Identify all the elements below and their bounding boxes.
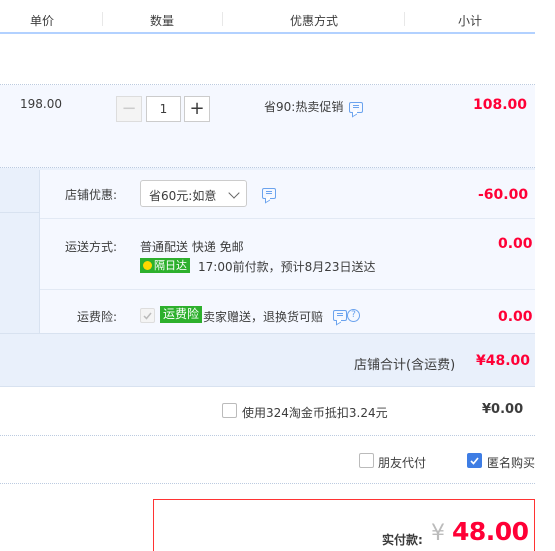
item-subtotal: 108.00: [473, 97, 528, 113]
payment-amount: 48.00: [452, 517, 529, 546]
table-header: 单价 数量 优惠方式 小计: [0, 0, 535, 34]
shop-total-amount: ¥48.00: [476, 353, 531, 369]
quantity-increase-button[interactable]: +: [184, 96, 210, 122]
shop-total-label: 店铺合计(含运费): [354, 358, 456, 373]
insurance-amount: 0.00: [498, 309, 533, 325]
payment-label: 实付款:: [382, 533, 423, 547]
help-icon[interactable]: ?: [347, 309, 360, 322]
shipping-delivery-note: 17:00前付款，预计8月23日送达: [198, 260, 376, 274]
shipping-amount: 0.00: [498, 236, 533, 252]
coins-label[interactable]: 使用324淘金币抵扣3.24元: [242, 404, 388, 421]
next-day-badge-label: 隔日达: [154, 259, 187, 272]
message-icon[interactable]: [262, 188, 276, 199]
quantity-decrease-button[interactable]: −: [116, 96, 142, 122]
row-divider: [0, 386, 535, 387]
row-divider: [0, 333, 535, 334]
col-header-subtotal: 小计: [458, 14, 483, 28]
row-divider: [0, 212, 39, 213]
promo-text: 省90:热卖促销: [264, 100, 344, 114]
header-divider: [222, 12, 223, 26]
section-divider: [39, 170, 40, 333]
friend-pay-checkbox[interactable]: [359, 453, 374, 468]
shop-discount-select[interactable]: 省60元:如意: [140, 180, 247, 207]
shop-discount-label: 店铺优惠:: [65, 188, 118, 202]
shipping-label: 运送方式:: [65, 240, 118, 254]
unit-price: 198.00: [20, 97, 62, 111]
row-divider: [0, 483, 535, 484]
header-divider: [102, 12, 103, 26]
insurance-text: 卖家赠送，退换货可赔: [203, 310, 324, 324]
row-divider: [40, 218, 535, 219]
shipping-method: 普通配送 快递 免邮: [140, 240, 244, 254]
col-header-quantity: 数量: [150, 14, 175, 28]
message-icon[interactable]: [349, 102, 363, 113]
lightning-icon: [143, 261, 152, 270]
coins-amount: ¥0.00: [482, 402, 524, 417]
header-divider: [404, 12, 405, 26]
insurance-badge: 运费险: [160, 306, 203, 323]
col-header-promo: 优惠方式: [290, 14, 339, 28]
anonymous-checkbox[interactable]: [467, 453, 482, 468]
chevron-down-icon: [228, 187, 240, 199]
payment-currency: ¥: [431, 521, 445, 546]
anonymous-label[interactable]: 匿名购买: [487, 454, 535, 471]
next-day-badge: 隔日达: [140, 258, 190, 273]
quantity-input[interactable]: 1: [146, 96, 181, 122]
row-divider: [0, 435, 535, 436]
shop-discount-select-value: 省60元:如意: [149, 189, 217, 203]
shop-discount-amount: -60.00: [478, 187, 529, 203]
message-icon[interactable]: [333, 310, 347, 321]
friend-pay-label[interactable]: 朋友代付: [378, 454, 426, 471]
col-header-price: 单价: [30, 14, 55, 28]
insurance-checkbox: [140, 308, 155, 323]
row-divider: [40, 289, 535, 290]
coins-checkbox[interactable]: [222, 403, 237, 418]
insurance-label: 运费险:: [77, 310, 118, 324]
